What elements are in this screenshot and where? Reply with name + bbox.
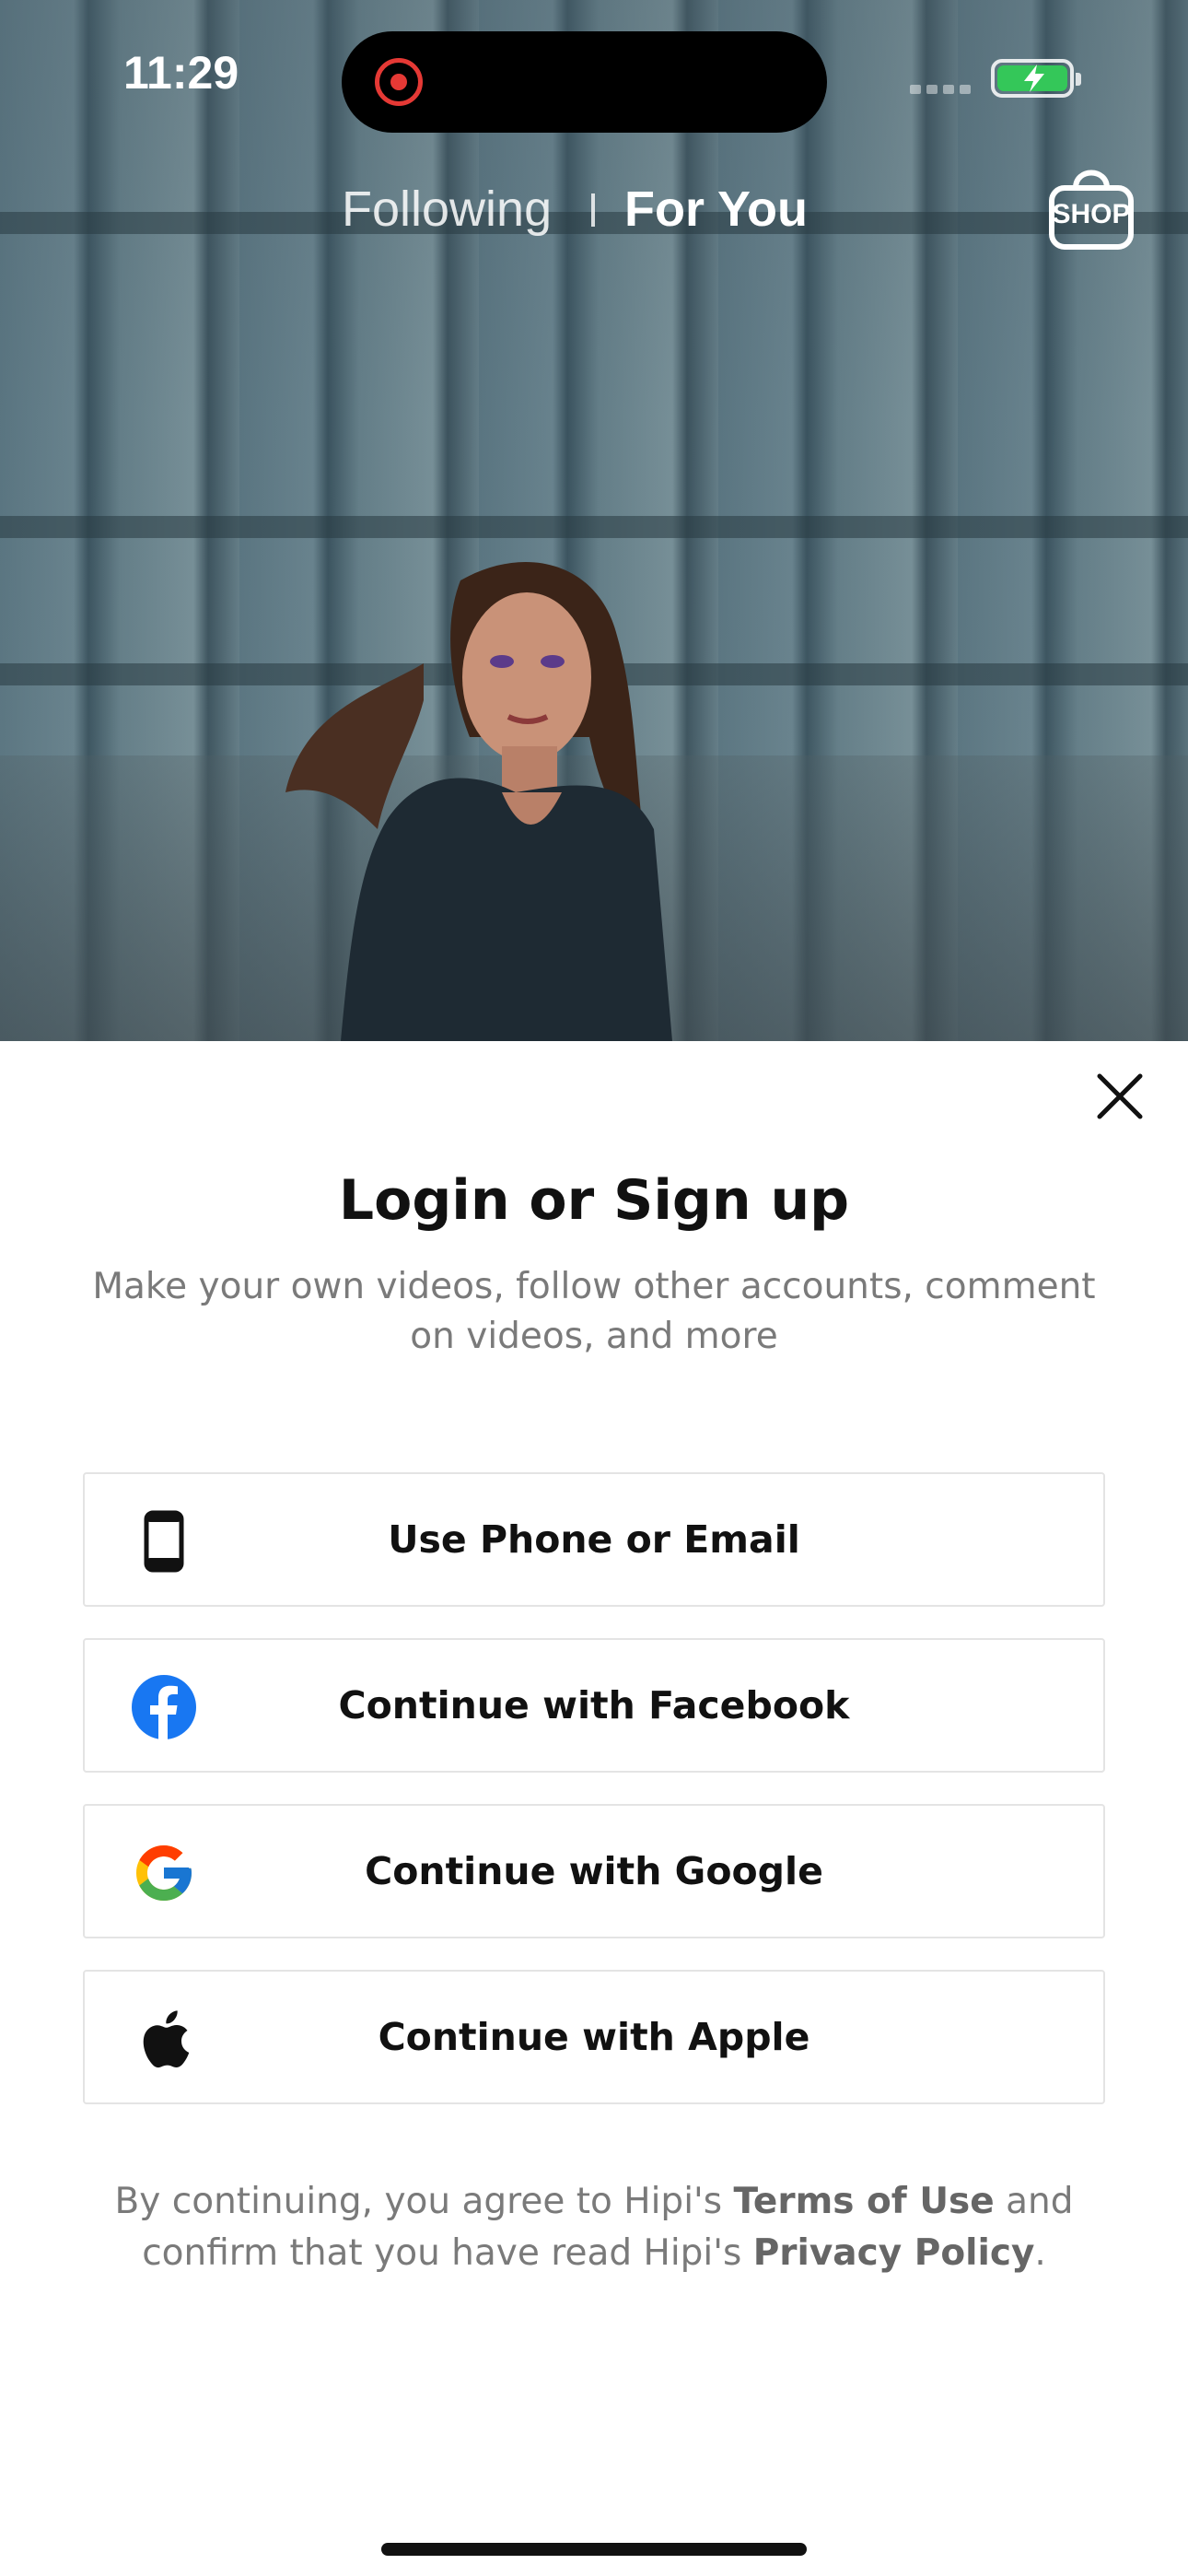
tab-for-you[interactable]: For You — [624, 181, 808, 238]
privacy-policy-link[interactable]: Privacy Policy — [753, 2232, 1035, 2274]
status-time: 11:29 — [123, 47, 239, 99]
legal-text: By continuing, you agree to Hipi's — [114, 2181, 734, 2222]
legal-notice: By continuing, you agree to Hipi's Terms… — [111, 2176, 1077, 2279]
shop-button[interactable]: SHOP — [1041, 162, 1142, 254]
button-label: Continue with Facebook — [338, 1683, 850, 1727]
continue-with-google-button[interactable]: Continue with Google — [83, 1804, 1105, 1938]
sheet-title: Login or Sign up — [338, 1168, 850, 1233]
button-label: Use Phone or Email — [388, 1517, 800, 1562]
signal-icon — [910, 85, 973, 96]
button-label: Continue with Apple — [378, 2015, 810, 2059]
shop-label: SHOP — [1052, 199, 1131, 229]
legal-text: . — [1034, 2232, 1046, 2274]
sheet-subtitle: Make your own videos, follow other accou… — [92, 1266, 1096, 1357]
video-person-figure — [285, 562, 672, 1041]
close-button[interactable] — [1094, 1071, 1146, 1122]
home-indicator[interactable] — [381, 2543, 807, 2556]
battery-charging-icon — [991, 59, 1081, 98]
use-phone-or-email-button[interactable]: Use Phone or Email — [83, 1472, 1105, 1607]
terms-of-use-link[interactable]: Terms of Use — [733, 2181, 994, 2222]
close-icon — [1097, 1073, 1143, 1119]
dynamic-island — [342, 31, 827, 133]
continue-with-apple-button[interactable]: Continue with Apple — [83, 1970, 1105, 2104]
tab-following[interactable]: Following — [342, 181, 552, 238]
tab-divider — [591, 193, 595, 227]
button-label: Continue with Google — [365, 1849, 823, 1893]
continue-with-facebook-button[interactable]: Continue with Facebook — [83, 1638, 1105, 1773]
background-window-bar — [0, 516, 1188, 538]
video-background[interactable] — [0, 0, 1188, 1041]
recording-indicator-icon — [375, 58, 423, 106]
